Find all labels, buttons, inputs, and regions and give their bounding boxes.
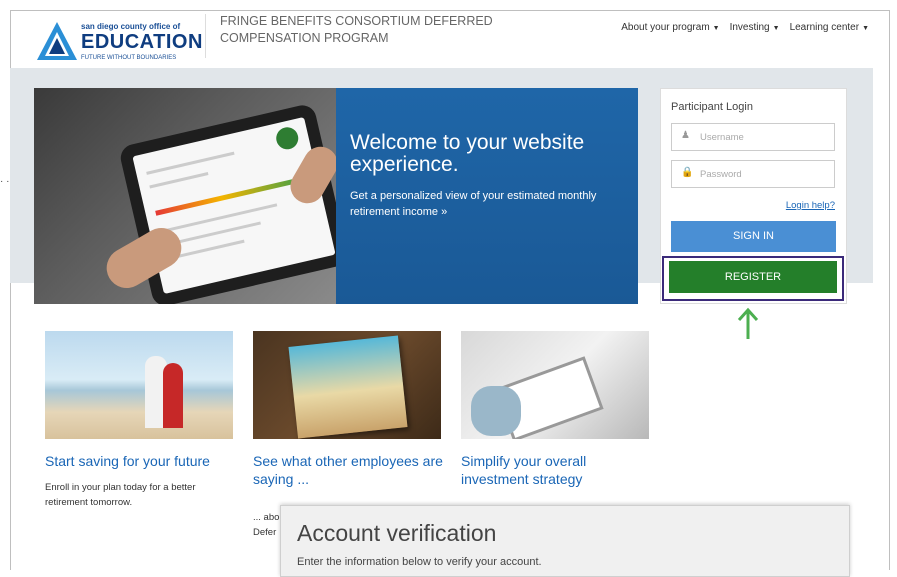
nav-about-program[interactable]: About your program ▼ [621, 22, 719, 33]
password-input[interactable] [672, 161, 834, 187]
beach-couple-image[interactable] [45, 331, 233, 439]
laptop-image[interactable] [461, 331, 649, 439]
logo-triangle-icon [37, 22, 77, 60]
tablet-photo [34, 88, 336, 304]
sign-in-button[interactable]: SIGN IN [671, 221, 836, 252]
login-help-link[interactable]: Login help? [786, 200, 835, 211]
sdcoe-logo[interactable]: san diego county office of EDUCATION FUT… [35, 20, 203, 66]
nav-label: About your program [621, 22, 710, 33]
register-button[interactable]: REGISTER [669, 261, 837, 293]
password-field[interactable]: 🔒 [671, 160, 835, 188]
caret-down-icon: ▼ [712, 25, 720, 32]
caret-down-icon: ▼ [772, 25, 780, 32]
card-title-employees[interactable]: See what other employees are saying ... [253, 452, 443, 488]
hero-banner[interactable]: Welcome to your website experience. Get … [34, 88, 638, 304]
book-cover [288, 335, 408, 439]
username-input[interactable] [672, 124, 834, 150]
logo-subtitle: san diego county office of [81, 22, 181, 31]
top-nav: About your program ▼ Investing ▼ Learning … [621, 22, 869, 33]
up-arrow-icon [737, 307, 759, 339]
screen-line [146, 151, 235, 175]
card-title-start-saving[interactable]: Start saving for your future [45, 452, 235, 470]
hero-link[interactable]: Get a personalized view of your estimate… [350, 188, 630, 220]
nav-investing[interactable]: Investing ▼ [730, 22, 780, 33]
nav-learning-center[interactable]: Learning center ▼ [790, 22, 869, 33]
hero-title: Welcome to your website experience. [350, 131, 585, 176]
screen-line [149, 172, 209, 189]
card-text: Enroll in your plan today for a better r… [45, 482, 196, 508]
income-bar [155, 177, 303, 216]
dialog-instructions: Enter the information below to verify yo… [297, 556, 542, 568]
score-badge-icon [274, 125, 301, 152]
nav-label: Learning center [789, 22, 860, 33]
program-title: FRINGE BENEFITS CONSORTIUM DEFERRED COMP… [220, 14, 493, 45]
logo-tagline: FUTURE WITHOUT BOUNDARIES [81, 55, 177, 61]
card-title-simplify[interactable]: Simplify your overall investment strateg… [461, 452, 651, 488]
username-field[interactable]: ♟ [671, 123, 835, 151]
dialog-title: Account verification [297, 520, 497, 546]
logo-wordmark: EDUCATION [81, 31, 203, 53]
side-ellipsis: · · [0, 176, 10, 187]
login-title: Participant Login [671, 101, 753, 113]
caret-down-icon: ▼ [862, 25, 869, 32]
person-figure [471, 386, 521, 436]
person-figure [163, 363, 183, 428]
nav-label: Investing [729, 22, 770, 33]
header-divider [205, 14, 206, 58]
book-image[interactable] [253, 331, 441, 439]
account-verification-dialog: Account verification Enter the informati… [280, 505, 850, 577]
